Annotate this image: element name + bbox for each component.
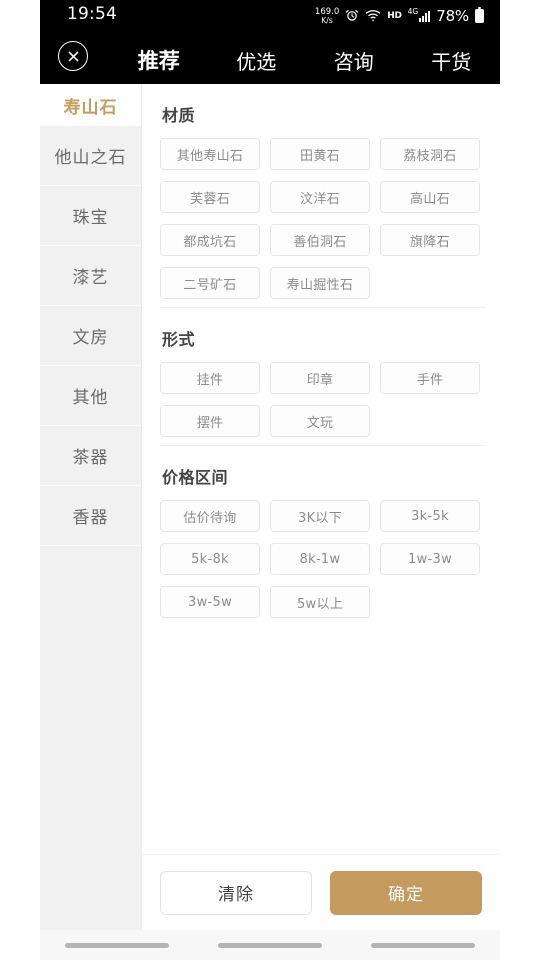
chip-form-1[interactable]: 印章	[270, 362, 370, 394]
chip-material-1[interactable]: 田黄石	[270, 138, 370, 170]
sidebar-item-xiangqi[interactable]: 香器	[40, 486, 141, 546]
price-chip-group: 估价待询 3K以下 3k-5k 5k-8k 8k-1w 1w-3w 3w-5w …	[160, 500, 486, 618]
network-speed-indicator: 169.0 K/s	[315, 8, 339, 24]
top-black-bar: 19:54 169.0 K/s HD 4G 78% 推荐 优选 咨询 干货	[40, 0, 500, 84]
chip-material-7[interactable]: 善伯洞石	[270, 224, 370, 256]
chip-material-6[interactable]: 都成坑石	[160, 224, 260, 256]
chip-material-2[interactable]: 荔枝洞石	[380, 138, 480, 170]
category-sidebar: 寿山石 他山之石 珠宝 漆艺 文房 其他 茶器 香器	[40, 84, 142, 930]
status-bar: 19:54 169.0 K/s HD 4G 78%	[40, 0, 500, 36]
nav-back-pill[interactable]	[64, 942, 169, 948]
chip-price-6[interactable]: 3w-5w	[160, 586, 260, 618]
section-title-price: 价格区间	[162, 468, 229, 487]
tab-bar: 推荐 优选 咨询 干货	[110, 36, 500, 84]
chip-price-0[interactable]: 估价待询	[160, 500, 260, 532]
section-title-material: 材质	[162, 106, 196, 125]
close-button[interactable]	[58, 41, 88, 71]
cellular-signal-icon: 4G	[407, 7, 431, 22]
sidebar-item-wenfang[interactable]: 文房	[40, 306, 141, 366]
network-type-label: 4G	[407, 7, 419, 16]
chip-material-5[interactable]: 高山石	[380, 181, 480, 213]
chip-price-3[interactable]: 5k-8k	[160, 543, 260, 575]
sidebar-item-chaqi[interactable]: 茶器	[40, 426, 141, 486]
system-nav-bar	[40, 930, 500, 960]
top-nav-bar: 推荐 优选 咨询 干货	[40, 36, 500, 84]
tab-selection[interactable]: 优选	[208, 46, 306, 75]
chip-price-2[interactable]: 3k-5k	[380, 500, 480, 532]
tab-knowledge[interactable]: 干货	[403, 46, 501, 75]
section-title-form: 形式	[162, 330, 196, 349]
chip-material-9[interactable]: 二号矿石	[160, 267, 260, 299]
sidebar-item-zhubao[interactable]: 珠宝	[40, 186, 141, 246]
network-speed-unit: K/s	[321, 15, 333, 25]
tab-recommend[interactable]: 推荐	[110, 45, 208, 75]
sidebar-item-qiyi[interactable]: 漆艺	[40, 246, 141, 306]
wifi-icon	[365, 7, 381, 26]
sidebar-item-tashanzhishi[interactable]: 他山之石	[40, 126, 141, 186]
chip-material-0[interactable]: 其他寿山石	[160, 138, 260, 170]
sidebar-list: 他山之石 珠宝 漆艺 文房 其他 茶器 香器	[40, 126, 141, 930]
nav-home-pill[interactable]	[217, 942, 322, 948]
filter-content: 材质 其他寿山石 田黄石 荔枝洞石 芙蓉石 汶洋石 高山石 都成坑石 善伯洞石 …	[142, 84, 500, 930]
status-clock: 19:54	[67, 4, 117, 24]
close-icon	[67, 50, 80, 63]
chip-form-4[interactable]: 文玩	[270, 405, 370, 437]
sidebar-item-shoushanshi[interactable]: 寿山石	[40, 84, 141, 126]
phone-screen: 19:54 169.0 K/s HD 4G 78% 推荐 优选 咨询 干货 寿山…	[0, 0, 540, 960]
chip-material-4[interactable]: 汶洋石	[270, 181, 370, 213]
filter-footer: 清除 确定	[142, 854, 500, 930]
filter-panel: 寿山石 他山之石 珠宝 漆艺 文房 其他 茶器 香器 材质 其他寿山石 田黄石 …	[40, 84, 500, 930]
battery-percent-label: 78%	[436, 7, 469, 25]
battery-icon	[475, 7, 484, 23]
alarm-clock-icon	[345, 7, 359, 26]
chip-price-7[interactable]: 5w以上	[270, 586, 370, 618]
chip-form-3[interactable]: 摆件	[160, 405, 260, 437]
sidebar-item-qita[interactable]: 其他	[40, 366, 141, 426]
clear-button[interactable]: 清除	[160, 870, 312, 915]
chip-material-10[interactable]: 寿山掘性石	[270, 267, 370, 299]
nav-recents-pill[interactable]	[371, 942, 476, 948]
section-material: 材质 其他寿山石 田黄石 荔枝洞石 芙蓉石 汶洋石 高山石 都成坑石 善伯洞石 …	[160, 84, 486, 299]
chip-form-2[interactable]: 手件	[380, 362, 480, 394]
tab-consult[interactable]: 咨询	[305, 46, 403, 75]
chip-price-5[interactable]: 1w-3w	[380, 543, 480, 575]
confirm-button[interactable]: 确定	[330, 870, 482, 915]
material-chip-group: 其他寿山石 田黄石 荔枝洞石 芙蓉石 汶洋石 高山石 都成坑石 善伯洞石 旗降石…	[160, 138, 486, 299]
chip-material-8[interactable]: 旗降石	[380, 224, 480, 256]
chip-price-4[interactable]: 8k-1w	[270, 543, 370, 575]
form-chip-group: 挂件 印章 手件 摆件 文玩	[160, 362, 486, 437]
section-form: 形式 挂件 印章 手件 摆件 文玩	[160, 307, 486, 437]
signal-bars-icon	[419, 10, 431, 22]
chip-price-1[interactable]: 3K以下	[270, 500, 370, 532]
chip-form-0[interactable]: 挂件	[160, 362, 260, 394]
section-price: 价格区间 估价待询 3K以下 3k-5k 5k-8k 8k-1w 1w-3w 3…	[160, 445, 486, 618]
hd-icon: HD	[387, 11, 402, 21]
chip-material-3[interactable]: 芙蓉石	[160, 181, 260, 213]
status-icon-group: 169.0 K/s HD 4G 78%	[315, 4, 484, 28]
